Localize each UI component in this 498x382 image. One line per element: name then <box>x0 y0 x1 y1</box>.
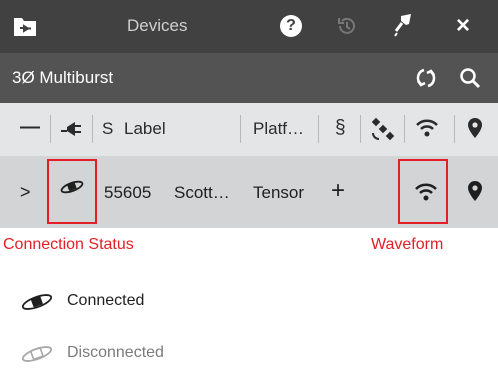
disconnected-label: Disconnected <box>67 344 164 361</box>
close-icon[interactable]: × <box>456 12 470 40</box>
app-title: Devices <box>127 16 188 35</box>
add-button[interactable]: + <box>331 177 345 205</box>
device-platform: Tensor <box>253 183 305 202</box>
column-dollar[interactable]: § <box>335 117 346 139</box>
plug-icon[interactable] <box>60 121 82 137</box>
refresh-icon[interactable] <box>414 67 438 89</box>
device-label: Scott… <box>174 183 230 202</box>
column-divider <box>318 115 319 143</box>
history-icon[interactable] <box>336 15 358 37</box>
connection-status-highlight <box>47 159 97 224</box>
satellite-icon[interactable] <box>371 117 395 141</box>
page-title: 3Ø Multiburst <box>12 68 114 87</box>
waveform-annotation: Waveform <box>371 236 444 253</box>
pin-icon[interactable] <box>392 12 416 38</box>
column-divider <box>454 115 455 143</box>
device-serial: 55605 <box>104 183 152 202</box>
column-divider <box>92 115 93 143</box>
column-platform[interactable]: Platf… <box>253 119 304 139</box>
column-divider <box>404 115 405 143</box>
disconnected-icon <box>21 346 53 362</box>
waveform-highlight <box>398 159 448 224</box>
column-divider <box>360 115 361 143</box>
column-divider <box>50 115 51 143</box>
collapse-button[interactable]: — <box>20 116 40 139</box>
wifi-icon[interactable] <box>415 118 439 138</box>
connection-status-annotation: Connection Status <box>3 236 134 253</box>
connected-icon <box>21 294 53 310</box>
location-icon[interactable] <box>467 180 483 202</box>
expand-icon[interactable]: > <box>20 182 31 203</box>
help-icon[interactable]: ? <box>280 15 302 37</box>
search-icon[interactable] <box>459 67 481 89</box>
column-header: — S Label Platf… § <box>0 103 498 156</box>
connected-label: Connected <box>67 292 145 309</box>
column-label[interactable]: Label <box>124 119 166 139</box>
column-s[interactable]: S <box>102 119 113 139</box>
location-icon[interactable] <box>467 117 483 139</box>
sub-bar: 3Ø Multiburst <box>0 53 498 103</box>
top-bar: Devices ? × <box>0 0 498 53</box>
column-divider <box>240 115 241 143</box>
folder-icon[interactable] <box>13 15 37 37</box>
